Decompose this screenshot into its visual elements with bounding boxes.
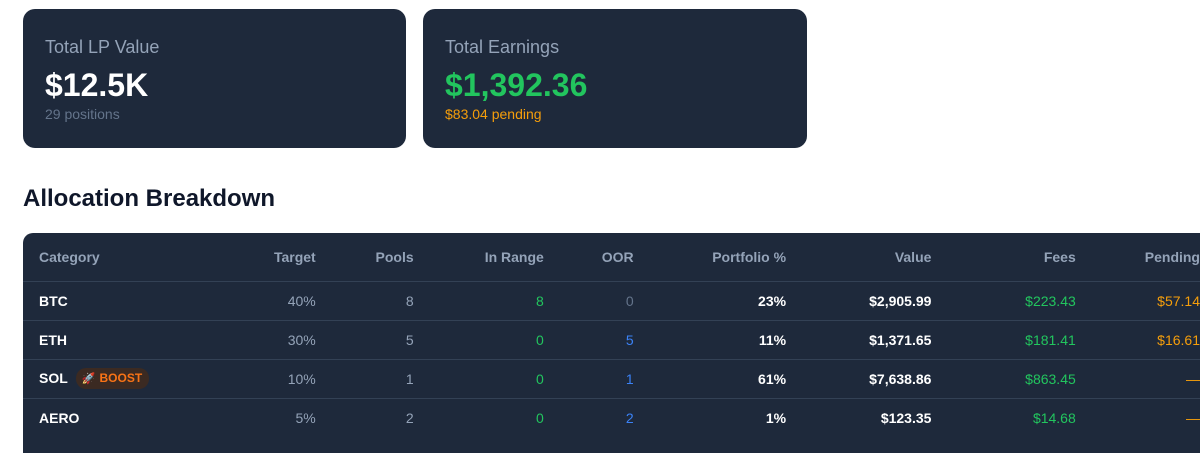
- portfolio-cell: 23%: [633, 280, 787, 320]
- col-in-range: In Range: [484, 248, 544, 265]
- category-cell: AERO: [23, 397, 225, 437]
- category-cell: BTC: [23, 280, 225, 320]
- in-range-cell: 0: [413, 397, 544, 437]
- table-header-row: Category Target Pools In Range OOR Portf…: [23, 233, 1200, 281]
- category-name: SOL: [39, 370, 68, 386]
- allocation-table: Category Target Pools In Range OOR Portf…: [23, 233, 1200, 453]
- fees-cell: $181.41: [931, 319, 1076, 359]
- fees-cell: $223.43: [931, 280, 1076, 320]
- value-cell: $7,638.86: [786, 358, 932, 398]
- portfolio-cell: 1%: [633, 397, 787, 437]
- col-fees: Fees: [1043, 248, 1076, 265]
- table-row[interactable]: SOL 🚀 BOOST 10% 1 0 1 61% $7,638.86 $863.4…: [23, 358, 1200, 398]
- in-range-cell: 8: [413, 280, 544, 320]
- fees-cell: $863.45: [931, 358, 1076, 398]
- in-range-cell: 0: [413, 319, 544, 359]
- pools-cell: 5: [315, 319, 414, 359]
- oor-cell: 2: [543, 397, 634, 437]
- target-cell: 5%: [224, 397, 316, 437]
- target-cell: 30%: [224, 319, 316, 359]
- allocation-title: Allocation Breakdown: [23, 185, 276, 212]
- total-lp-value-label: Total LP Value: [45, 37, 160, 57]
- total-lp-value-card: Total LP Value $12.5K 29 positions: [23, 9, 406, 148]
- value-cell: $2,905.99: [786, 280, 932, 320]
- fees-cell: $14.68: [931, 397, 1076, 437]
- oor-cell: 1: [543, 358, 634, 398]
- oor-cell: 0: [543, 280, 634, 320]
- pools-cell: 8: [315, 280, 414, 320]
- pending-cell: $57.14: [1075, 280, 1200, 320]
- target-cell: 10%: [224, 358, 316, 398]
- total-earnings-label: Total Earnings: [445, 37, 560, 57]
- col-oor: OOR: [601, 248, 634, 265]
- boost-badge: 🚀 BOOST: [75, 368, 150, 389]
- target-cell: 40%: [224, 280, 316, 320]
- total-earnings-value: $1,392.36: [445, 67, 588, 103]
- table-row[interactable]: ETH 30% 5 0 5 11% $1,371.65 $181.41 $16.…: [23, 319, 1200, 359]
- col-target: Target: [273, 248, 316, 265]
- col-value: Value: [894, 248, 932, 265]
- category-cell: ETH: [23, 319, 225, 359]
- pending-earnings: $83.04 pending: [445, 106, 542, 122]
- pending-cell: —: [1075, 358, 1200, 398]
- value-cell: $123.35: [786, 397, 932, 437]
- col-pools: Pools: [375, 248, 414, 265]
- pools-cell: 1: [315, 358, 414, 398]
- value-cell: $1,371.65: [786, 319, 932, 359]
- total-lp-value: $12.5K: [45, 67, 149, 103]
- total-earnings-card: Total Earnings $1,392.36 $83.04 pending: [423, 9, 807, 148]
- portfolio-cell: 11%: [633, 319, 787, 359]
- table-row[interactable]: BTC 40% 8 8 0 23% $2,905.99 $223.43 $57.…: [23, 280, 1200, 320]
- in-range-cell: 0: [413, 358, 544, 398]
- category-cell: SOL 🚀 BOOST: [23, 358, 225, 398]
- pending-cell: —: [1075, 397, 1200, 437]
- pending-cell: $16.61: [1075, 319, 1200, 359]
- col-pending: Pending: [1144, 248, 1200, 265]
- col-category: Category: [39, 248, 100, 265]
- boost-label: BOOST: [99, 371, 143, 385]
- rocket-icon: 🚀: [81, 372, 96, 385]
- positions-count: 29 positions: [45, 106, 120, 122]
- pools-cell: 2: [315, 397, 414, 437]
- col-portfolio: Portfolio %: [712, 248, 787, 265]
- oor-cell: 5: [543, 319, 634, 359]
- portfolio-cell: 61%: [633, 358, 787, 398]
- table-row[interactable]: AERO 5% 2 0 2 1% $123.35 $14.68 —: [23, 397, 1200, 437]
